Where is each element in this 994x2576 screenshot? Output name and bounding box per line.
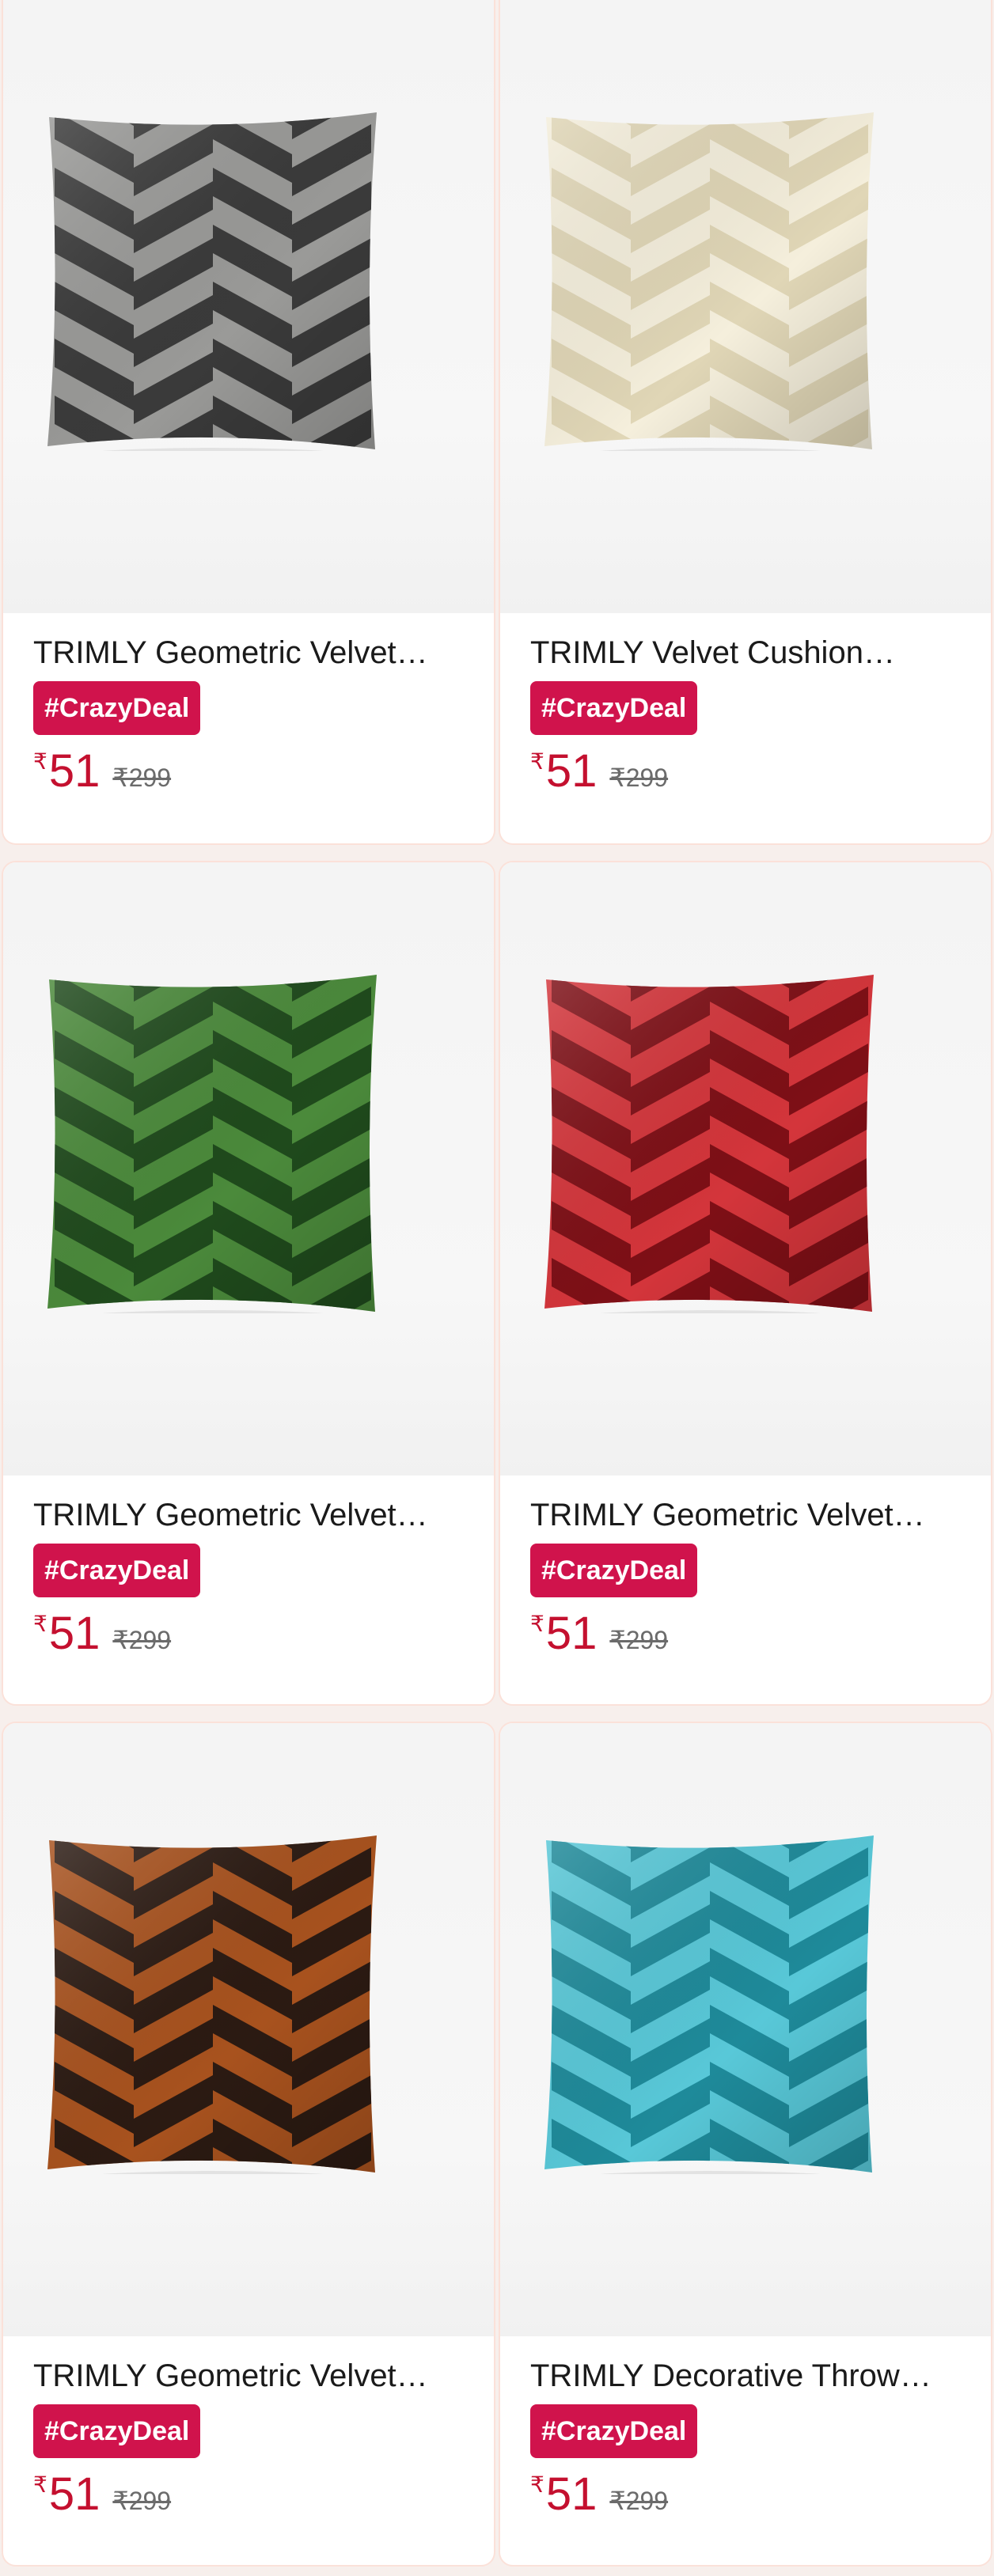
- price-row: ₹ 51 ₹299: [33, 748, 465, 795]
- original-price: ₹299: [112, 2487, 172, 2515]
- original-price: ₹299: [609, 1626, 669, 1654]
- grey-chevron-pillow-icon: [43, 111, 383, 451]
- product-card[interactable]: TRIMLY Geometric Velvet… #CrazyDeal ₹ 51…: [2, 861, 495, 1706]
- product-card[interactable]: TRIMLY Geometric Velvet… #CrazyDeal ₹ 51…: [2, 1722, 495, 2567]
- crazydeal-badge: #CrazyDeal: [530, 1544, 698, 1597]
- brown-chevron-pillow-icon: [43, 1834, 383, 2174]
- product-image[interactable]: [3, 862, 494, 1476]
- turquoise-chevron-pillow-icon: [540, 1834, 880, 2174]
- currency-symbol: ₹: [530, 2472, 544, 2497]
- original-price: ₹299: [112, 763, 172, 792]
- currency-symbol: ₹: [33, 1612, 47, 1636]
- currency-symbol: ₹: [33, 749, 47, 774]
- crazydeal-badge: #CrazyDeal: [530, 681, 698, 735]
- sale-price: 51: [545, 1608, 598, 1659]
- cream-chevron-pillow-icon: [540, 111, 880, 451]
- crazydeal-badge: #CrazyDeal: [33, 2404, 201, 2458]
- price-row: ₹ 51 ₹299: [530, 1610, 962, 1657]
- product-image[interactable]: [3, 0, 494, 613]
- price-row: ₹ 51 ₹299: [530, 748, 962, 795]
- product-card[interactable]: TRIMLY Decorative Throw… #CrazyDeal ₹ 51…: [499, 1722, 992, 2567]
- price-row: ₹ 51 ₹299: [530, 2471, 962, 2518]
- product-image[interactable]: [500, 1723, 991, 2336]
- original-price: ₹299: [609, 2487, 669, 2515]
- product-card[interactable]: TRIMLY Geometric Velvet… #CrazyDeal ₹ 51…: [2, 0, 495, 845]
- sale-price: 51: [48, 1608, 101, 1659]
- red-chevron-pillow-icon: [540, 973, 880, 1313]
- product-title[interactable]: TRIMLY Decorative Throw…: [530, 2357, 962, 2395]
- product-card[interactable]: TRIMLY Velvet Cushion… #CrazyDeal ₹ 51 ₹…: [499, 0, 992, 845]
- product-image[interactable]: [500, 0, 991, 613]
- original-price: ₹299: [609, 763, 669, 792]
- product-title[interactable]: TRIMLY Velvet Cushion…: [530, 634, 962, 672]
- sale-price: 51: [48, 745, 101, 797]
- crazydeal-badge: #CrazyDeal: [530, 2404, 698, 2458]
- product-card[interactable]: TRIMLY Geometric Velvet… #CrazyDeal ₹ 51…: [499, 861, 992, 1706]
- crazydeal-badge: #CrazyDeal: [33, 681, 201, 735]
- product-title[interactable]: TRIMLY Geometric Velvet…: [33, 634, 465, 672]
- price-row: ₹ 51 ₹299: [33, 1610, 465, 1657]
- currency-symbol: ₹: [530, 1612, 544, 1636]
- price-row: ₹ 51 ₹299: [33, 2471, 465, 2518]
- product-title[interactable]: TRIMLY Geometric Velvet…: [33, 1496, 465, 1534]
- currency-symbol: ₹: [530, 749, 544, 774]
- sale-price: 51: [48, 2468, 101, 2520]
- product-image[interactable]: [500, 862, 991, 1476]
- product-title[interactable]: TRIMLY Geometric Velvet…: [530, 1496, 962, 1534]
- currency-symbol: ₹: [33, 2472, 47, 2497]
- product-grid: TRIMLY Geometric Velvet… #CrazyDeal ₹ 51…: [2, 0, 992, 2567]
- sale-price: 51: [545, 2468, 598, 2520]
- sale-price: 51: [545, 745, 598, 797]
- original-price: ₹299: [112, 1626, 172, 1654]
- crazydeal-badge: #CrazyDeal: [33, 1544, 201, 1597]
- product-image[interactable]: [3, 1723, 494, 2336]
- product-title[interactable]: TRIMLY Geometric Velvet…: [33, 2357, 465, 2395]
- green-chevron-pillow-icon: [43, 973, 383, 1313]
